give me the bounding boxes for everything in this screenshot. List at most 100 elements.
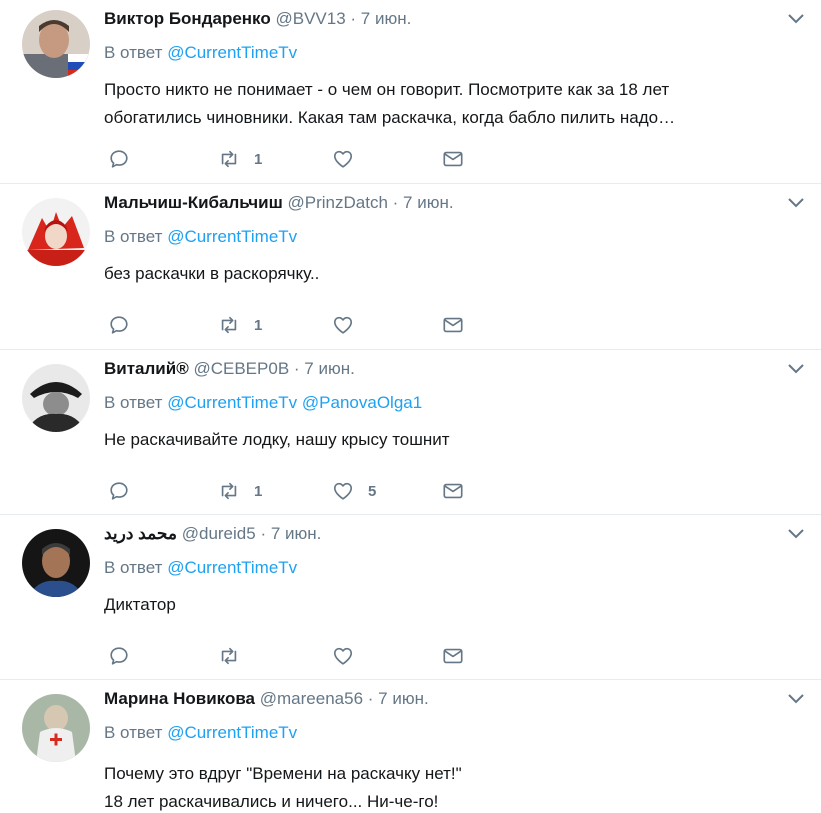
- username[interactable]: @PrinzDatch: [288, 193, 388, 212]
- tweet-text-line: Не раскачивайте лодку, нашу крысу тошнит: [104, 430, 450, 449]
- retweet-icon: [221, 150, 237, 168]
- like-button[interactable]: 5: [332, 479, 376, 503]
- username[interactable]: @mareena56: [260, 689, 363, 708]
- tweet-header: Марина Новикова @mareena56 · 7 июн.: [104, 688, 429, 710]
- direct-message-button[interactable]: [442, 644, 464, 668]
- tweet-header: محمد درید @dureid5 · 7 июн.: [104, 523, 321, 545]
- avatar[interactable]: [22, 198, 90, 266]
- display-name[interactable]: Мальчиш-Кибальчиш: [104, 193, 283, 212]
- retweet-button[interactable]: 1: [218, 313, 262, 337]
- reply-feed: Виктор Бондаренко @BVV13 · 7 июн. В отве…: [0, 0, 821, 813]
- timestamp[interactable]: 7 июн.: [271, 524, 322, 543]
- reply-button[interactable]: [108, 147, 130, 171]
- reply-context: В ответ @CurrentTimeTv: [104, 722, 297, 744]
- tweet-text: Почему это вдруг "Времени на раскачку не…: [104, 760, 804, 813]
- retweet-button[interactable]: 1: [218, 147, 262, 171]
- chevron-down-icon[interactable]: [787, 12, 805, 26]
- avatar[interactable]: [22, 10, 90, 78]
- retweet-count: 1: [254, 316, 263, 334]
- like-button[interactable]: [332, 147, 368, 171]
- display-name[interactable]: Виталий®: [104, 359, 189, 378]
- retweet-icon: [221, 647, 237, 665]
- tweet-text-line: Почему это вдруг "Времени на раскачку не…: [104, 764, 462, 783]
- avatar-photo: [22, 10, 90, 78]
- chevron-down-icon[interactable]: [787, 196, 805, 210]
- tweet-text-line: обогатились чиновники. Какая там раскачк…: [104, 108, 676, 127]
- retweet-button[interactable]: 1: [218, 479, 262, 503]
- tweet-actions: 1: [104, 147, 484, 171]
- tweet[interactable]: Марина Новикова @mareena56 · 7 июн. В от…: [0, 680, 821, 813]
- separator-dot: ·: [392, 193, 399, 212]
- display-name[interactable]: محمد درید: [104, 524, 177, 543]
- reply-context: В ответ @CurrentTimeTv: [104, 42, 297, 64]
- retweet-icon: [221, 316, 237, 334]
- direct-message-icon: [443, 317, 463, 333]
- timestamp[interactable]: 7 июн.: [304, 359, 355, 378]
- retweet-button[interactable]: [218, 644, 254, 668]
- avatar-photo: [22, 694, 90, 762]
- direct-message-button[interactable]: [442, 313, 464, 337]
- reply-prefix: В ответ: [104, 43, 163, 62]
- like-icon: [333, 482, 353, 500]
- chevron-down-icon[interactable]: [787, 527, 805, 541]
- mention-link[interactable]: @PanovaOlga1: [302, 393, 422, 412]
- tweet-text-line: без раскачки в раскорячку..: [104, 264, 320, 283]
- reply-icon: [110, 316, 128, 334]
- tweet-text-line: 18 лет раскачивались и ничего... Ни-че-г…: [104, 792, 439, 811]
- separator-dot: ·: [350, 9, 357, 28]
- tweet-text: Диктатор: [104, 591, 804, 619]
- chevron-down-icon[interactable]: [787, 362, 805, 376]
- reply-button[interactable]: [108, 313, 130, 337]
- direct-message-button[interactable]: [442, 147, 464, 171]
- like-count: 5: [368, 482, 377, 500]
- reply-icon: [110, 647, 128, 665]
- tweet-text: без раскачки в раскорячку..: [104, 260, 804, 288]
- tweet-header: Виталий® @СЕВЕР0В · 7 июн.: [104, 358, 355, 380]
- avatar[interactable]: [22, 694, 90, 762]
- retweet-count: 1: [254, 150, 263, 168]
- reply-context: В ответ @CurrentTimeTv @PanovaOlga1: [104, 392, 422, 414]
- tweet-text-line: Диктатор: [104, 595, 176, 614]
- mention-link[interactable]: @CurrentTimeTv: [167, 393, 297, 412]
- reply-context: В ответ @CurrentTimeTv: [104, 557, 297, 579]
- retweet-icon: [221, 482, 237, 500]
- tweet[interactable]: Мальчиш-Кибальчиш @PrinzDatch · 7 июн. В…: [0, 184, 821, 350]
- reply-icon: [110, 482, 128, 500]
- separator-dot: ·: [367, 689, 374, 708]
- username[interactable]: @dureid5: [182, 524, 256, 543]
- mention-link[interactable]: @CurrentTimeTv: [167, 723, 297, 742]
- like-button[interactable]: [332, 644, 368, 668]
- display-name[interactable]: Марина Новикова: [104, 689, 255, 708]
- reply-button[interactable]: [108, 644, 130, 668]
- direct-message-icon: [443, 483, 463, 499]
- mention-link[interactable]: @CurrentTimeTv: [167, 227, 297, 246]
- username[interactable]: @СЕВЕР0В: [193, 359, 289, 378]
- mention-link[interactable]: @CurrentTimeTv: [167, 558, 297, 577]
- retweet-count: 1: [254, 482, 263, 500]
- tweet[interactable]: Виктор Бондаренко @BVV13 · 7 июн. В отве…: [0, 0, 821, 184]
- avatar[interactable]: [22, 529, 90, 597]
- tweet-actions: [104, 644, 484, 668]
- like-button[interactable]: [332, 313, 368, 337]
- reply-context: В ответ @CurrentTimeTv: [104, 226, 297, 248]
- tweet[interactable]: محمد درید @dureid5 · 7 июн. В ответ @Cur…: [0, 515, 821, 680]
- direct-message-button[interactable]: [442, 479, 464, 503]
- tweet-actions: 1: [104, 313, 484, 337]
- mention-link[interactable]: @CurrentTimeTv: [167, 43, 297, 62]
- timestamp[interactable]: 7 июн.: [378, 689, 429, 708]
- tweet-header: Мальчиш-Кибальчиш @PrinzDatch · 7 июн.: [104, 192, 454, 214]
- timestamp[interactable]: 7 июн.: [361, 9, 412, 28]
- reply-prefix: В ответ: [104, 393, 163, 412]
- direct-message-icon: [443, 648, 463, 664]
- avatar[interactable]: [22, 364, 90, 432]
- display-name[interactable]: Виктор Бондаренко: [104, 9, 271, 28]
- separator-dot: ·: [293, 359, 300, 378]
- tweet-text: Просто никто не понимает - о чем он гово…: [104, 76, 804, 132]
- username[interactable]: @BVV13: [275, 9, 345, 28]
- tweet-header: Виктор Бондаренко @BVV13 · 7 июн.: [104, 8, 411, 30]
- chevron-down-icon[interactable]: [787, 692, 805, 706]
- reply-button[interactable]: [108, 479, 130, 503]
- tweet[interactable]: Виталий® @СЕВЕР0В · 7 июн. В ответ @Curr…: [0, 350, 821, 515]
- like-icon: [333, 316, 353, 334]
- timestamp[interactable]: 7 июн.: [403, 193, 454, 212]
